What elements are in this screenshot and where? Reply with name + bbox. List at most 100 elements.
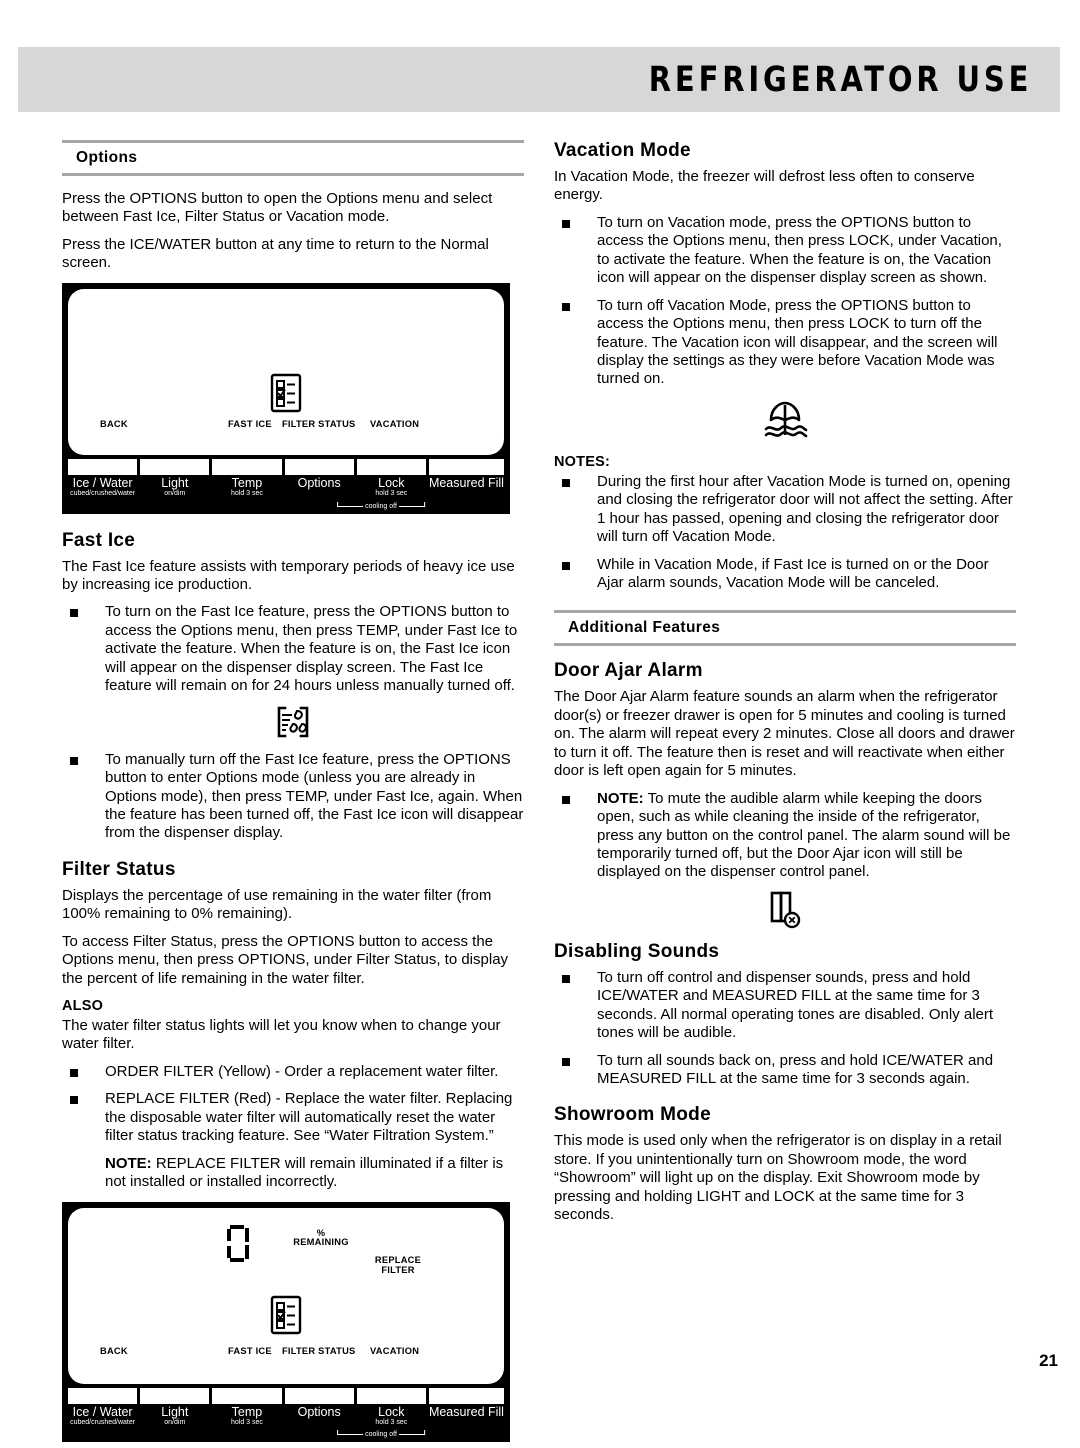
vacation-mode-bullet-list: To turn on Vacation mode, press the OPTI… [554,214,1016,389]
filter-status-paragraph-2: To access Filter Status, press the OPTIO… [62,932,509,987]
note-label: NOTE: [597,789,644,807]
page-number: 21 [1039,1351,1058,1370]
button-sublabel: hold 3 sec [231,489,263,497]
screen-label-filter: FILTER [381,1264,415,1275]
bracket-right [398,501,425,507]
button-cap [212,1387,282,1404]
screen-label-remaining: REMAINING [293,1236,349,1247]
filter-status-note: NOTE: REPLACE FILTER will remain illumin… [105,1155,524,1192]
screen-label-back: BACK [100,1345,128,1356]
panel-button-options[interactable]: Options [284,1387,354,1427]
panel-button-light[interactable]: Light on/dim [140,458,210,498]
fast-ice-heading: Fast Ice [62,529,136,551]
panel-button-measured-fill[interactable]: Measured Fill [428,1387,504,1427]
button-cap [68,1387,138,1404]
additional-features-heading: Additional Features [554,610,1016,647]
button-cap [428,458,504,475]
control-panel-diagram-filter-status: % REMAINING REPLACE FILTER BACK FAST ICE… [62,1201,510,1443]
button-sublabel: hold 3 sec [375,1418,408,1426]
panel-button-light[interactable]: Light on/dim [140,1387,210,1427]
button-label: Temp [231,1404,263,1419]
list-item: To turn on Vacation mode, press the OPTI… [554,214,1016,288]
screen-label-filter-status: FILTER STATUS [282,1345,356,1356]
button-cap [356,458,426,475]
filter-status-paragraph-1: Displays the percentage of use remaining… [62,886,492,923]
options-section-heading: Options [62,140,524,176]
cooling-off-bracket: cooling off [68,1426,504,1438]
disabling-sounds-heading: Disabling Sounds [554,940,720,962]
button-cap [140,458,210,475]
panel-button-lock[interactable]: Lock hold 3 sec [356,1387,426,1427]
dispenser-display-screen: BACK FAST ICE FILTER STATUS VACATION [68,288,504,455]
fast-ice-icon [62,705,524,739]
button-label: Measured Fill [428,475,504,490]
checklist-icon [270,373,302,418]
door-ajar-icon [554,891,1016,929]
cooling-off-label: cooling off [365,502,397,510]
vacation-mode-intro: In Vacation Mode, the freezer will defro… [554,168,975,204]
beach-umbrella-icon [554,398,1016,442]
panel-button-options[interactable]: Options [284,458,354,498]
list-item: REPLACE FILTER (Red) - Replace the water… [62,1090,524,1145]
dispenser-display-screen: % REMAINING REPLACE FILTER BACK FAST ICE… [68,1207,504,1384]
button-cap [428,1387,504,1404]
filter-status-bullet-list: ORDER FILTER (Yellow) - Order a replacem… [62,1063,524,1146]
control-panel-button-strip: Ice / Water cubed/crushed/water Light on… [68,458,504,498]
options-heading-text: Options [76,149,138,166]
screen-label-replace: REPLACE [374,1254,422,1265]
bracket-right [398,1430,425,1436]
page-header-banner: REFRIGERATOR USE [18,47,1060,112]
panel-button-temp[interactable]: Temp hold 3 sec [212,458,282,498]
button-cap [284,458,354,475]
button-sublabel: on/dim [164,489,186,497]
button-label: Light [161,475,189,490]
vacation-notes-list: During the first hour after Vacation Mod… [554,473,1016,593]
button-label: Temp [231,475,263,490]
panel-button-temp[interactable]: Temp hold 3 sec [212,1387,282,1427]
cooling-off-label: cooling off [365,1431,397,1439]
button-label: Ice / Water [72,475,133,490]
screen-label-back: BACK [100,418,128,429]
screen-label-vacation: VACATION [370,418,420,429]
list-item: To manually turn off the Fast Ice featur… [62,751,524,843]
button-cap [68,458,138,475]
button-sublabel: hold 3 sec [231,1418,263,1426]
note-text: REPLACE FILTER will remain illuminated i… [105,1154,504,1191]
panel-button-lock[interactable]: Lock hold 3 sec [356,458,426,498]
button-label: Lock [378,1404,405,1419]
fast-ice-bullet-list-1: To turn on the Fast Ice feature, press t… [62,603,524,695]
showroom-mode-heading: Showroom Mode [554,1104,711,1126]
list-item: To turn on the Fast Ice feature, press t… [62,603,524,695]
panel-button-ice-water[interactable]: Ice / Water cubed/crushed/water [68,458,138,498]
panel-button-ice-water[interactable]: Ice / Water cubed/crushed/water [68,1387,138,1427]
fast-ice-intro: The Fast Ice feature assists with tempor… [62,557,515,593]
screen-label-fast-ice: FAST ICE [228,1345,272,1356]
bracket-left [337,501,364,507]
list-item: To turn off Vacation Mode, press the OPT… [554,297,1016,389]
button-cap [140,1387,210,1404]
seven-segment-display [225,1224,253,1269]
button-sublabel: cubed/crushed/water [70,489,136,497]
vacation-mode-heading: Vacation Mode [554,140,691,161]
list-item: During the first hour after Vacation Mod… [554,473,1016,547]
door-ajar-note-list: NOTE: To mute the audible alarm while ke… [554,790,1016,882]
button-label: Options [297,475,341,490]
button-label: Options [297,1404,341,1419]
page-title: REFRIGERATOR USE [648,59,1033,100]
options-paragraph-2: Press the ICE/WATER button at any time t… [62,235,489,272]
door-ajar-paragraph: The Door Ajar Alarm feature sounds an al… [554,688,1015,780]
button-sublabel: cubed/crushed/water [70,1418,136,1426]
control-panel-diagram-options: BACK FAST ICE FILTER STATUS VACATION Ice… [62,282,510,514]
screen-label-filter-status: FILTER STATUS [282,418,356,429]
button-sublabel: on/dim [164,1418,186,1426]
showroom-mode-paragraph: This mode is used only when the refriger… [554,1132,1002,1224]
panel-button-measured-fill[interactable]: Measured Fill [428,458,504,498]
door-ajar-heading: Door Ajar Alarm [554,660,703,682]
button-cap [284,1387,354,1404]
filter-status-heading: Filter Status [62,858,176,880]
button-cap [356,1387,426,1404]
also-paragraph: The water filter status lights will let … [62,1017,501,1053]
also-heading: ALSO [62,998,104,1014]
disabling-sounds-bullet-list: To turn off control and dispenser sounds… [554,969,1016,1089]
button-label: Measured Fill [428,1404,504,1419]
